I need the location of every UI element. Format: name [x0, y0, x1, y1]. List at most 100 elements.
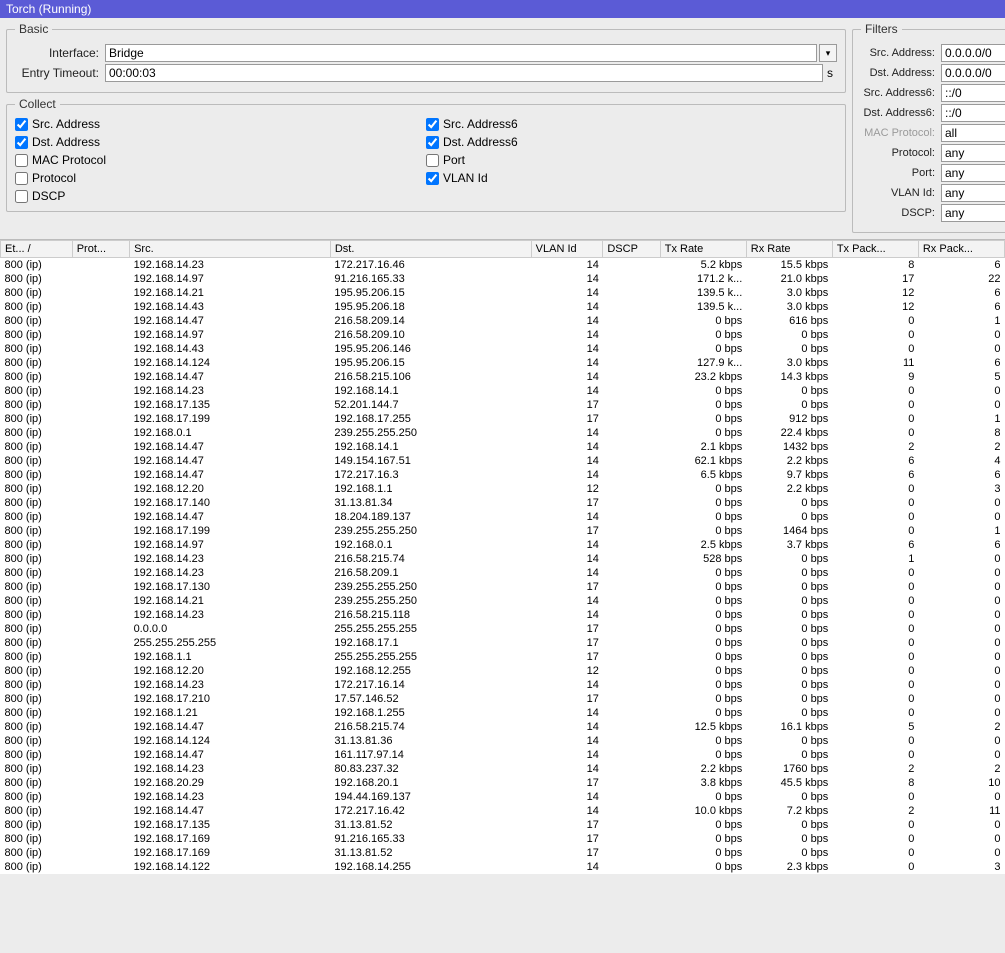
table-row[interactable]: 800 (ip)192.168.14.47216.58.209.14140 bp…: [1, 314, 1005, 328]
collect-checkbox[interactable]: [426, 118, 439, 131]
column-header[interactable]: Tx Rate: [660, 241, 746, 258]
collect-option[interactable]: Port: [426, 153, 837, 167]
table-row[interactable]: 800 (ip)192.168.17.14031.13.81.34170 bps…: [1, 496, 1005, 510]
table-cell: 192.168.12.20: [130, 664, 331, 678]
collect-option[interactable]: DSCP: [15, 189, 426, 203]
table-row[interactable]: 800 (ip)192.168.14.122192.168.14.255140 …: [1, 860, 1005, 874]
column-header[interactable]: Rx Rate: [746, 241, 832, 258]
table-row[interactable]: 800 (ip)192.168.14.47172.217.16.3146.5 k…: [1, 468, 1005, 482]
collect-checkbox[interactable]: [426, 136, 439, 149]
collect-option[interactable]: Src. Address: [15, 117, 426, 131]
filter-input[interactable]: [941, 204, 1005, 222]
results-grid[interactable]: Et... /Prot...Src.Dst.VLAN IdDSCPTx Rate…: [0, 239, 1005, 874]
table-cell: 0 bps: [746, 398, 832, 412]
collect-checkbox[interactable]: [426, 172, 439, 185]
filter-input[interactable]: [941, 184, 1005, 202]
collect-checkbox[interactable]: [15, 154, 28, 167]
filter-input[interactable]: [941, 164, 1005, 182]
table-row[interactable]: 800 (ip)192.168.17.130239.255.255.250170…: [1, 580, 1005, 594]
filter-input[interactable]: [941, 104, 1005, 122]
collect-option[interactable]: Protocol: [15, 171, 426, 185]
table-row[interactable]: 800 (ip)192.168.17.16991.216.165.33170 b…: [1, 832, 1005, 846]
table-row[interactable]: 800 (ip)192.168.14.97216.58.209.10140 bp…: [1, 328, 1005, 342]
column-header[interactable]: Src.: [130, 241, 331, 258]
collect-option[interactable]: MAC Protocol: [15, 153, 426, 167]
table-row[interactable]: 800 (ip)192.168.17.13552.201.144.7170 bp…: [1, 398, 1005, 412]
table-row[interactable]: 800 (ip)192.168.12.20192.168.12.255120 b…: [1, 664, 1005, 678]
table-row[interactable]: 800 (ip)192.168.14.23192.168.14.1140 bps…: [1, 384, 1005, 398]
column-header[interactable]: Rx Pack...: [918, 241, 1004, 258]
table-cell: [603, 482, 660, 496]
collect-checkbox[interactable]: [15, 136, 28, 149]
filter-input[interactable]: [941, 124, 1005, 142]
table-row[interactable]: 800 (ip)192.168.14.47192.168.14.1142.1 k…: [1, 440, 1005, 454]
table-row[interactable]: 800 (ip)192.168.12.20192.168.1.1120 bps2…: [1, 482, 1005, 496]
column-header[interactable]: Tx Pack...: [832, 241, 918, 258]
table-row[interactable]: 800 (ip)192.168.14.21239.255.255.250140 …: [1, 594, 1005, 608]
table-row[interactable]: 800 (ip)192.168.14.4718.204.189.137140 b…: [1, 510, 1005, 524]
table-row[interactable]: 800 (ip)192.168.14.43195.95.206.146140 b…: [1, 342, 1005, 356]
table-row[interactable]: 800 (ip)192.168.14.23216.58.215.118140 b…: [1, 608, 1005, 622]
table-row[interactable]: 800 (ip)192.168.14.12431.13.81.36140 bps…: [1, 734, 1005, 748]
table-cell: 0: [832, 342, 918, 356]
table-row[interactable]: 800 (ip)192.168.1.1255.255.255.255170 bp…: [1, 650, 1005, 664]
table-row[interactable]: 800 (ip)192.168.14.2380.83.237.32142.2 k…: [1, 762, 1005, 776]
interface-input[interactable]: [105, 44, 817, 62]
table-row[interactable]: 800 (ip)192.168.14.23216.58.215.7414528 …: [1, 552, 1005, 566]
table-cell: 17: [531, 650, 603, 664]
table-row[interactable]: 800 (ip)192.168.17.199239.255.255.250170…: [1, 524, 1005, 538]
timeout-input[interactable]: [105, 64, 823, 82]
table-cell: 192.168.14.1: [330, 440, 531, 454]
collect-checkbox[interactable]: [15, 172, 28, 185]
table-cell: 0 bps: [746, 622, 832, 636]
table-row[interactable]: 800 (ip)192.168.14.43195.95.206.1814139.…: [1, 300, 1005, 314]
collect-option[interactable]: Dst. Address: [15, 135, 426, 149]
filter-input[interactable]: [941, 44, 1005, 62]
collect-option[interactable]: Src. Address6: [426, 117, 837, 131]
interface-dropdown-button[interactable]: ▾: [819, 44, 837, 62]
collect-checkbox[interactable]: [15, 118, 28, 131]
table-row[interactable]: 800 (ip)192.168.14.97192.168.0.1142.5 kb…: [1, 538, 1005, 552]
table-row[interactable]: 800 (ip)192.168.17.21017.57.146.52170 bp…: [1, 692, 1005, 706]
table-row[interactable]: 800 (ip)192.168.14.47216.58.215.741412.5…: [1, 720, 1005, 734]
table-row[interactable]: 800 (ip)192.168.0.1239.255.255.250140 bp…: [1, 426, 1005, 440]
table-row[interactable]: 800 (ip)192.168.14.23172.217.16.46145.2 …: [1, 258, 1005, 273]
column-header[interactable]: Dst.: [330, 241, 531, 258]
table-cell: 0 bps: [660, 692, 746, 706]
table-row[interactable]: 800 (ip)192.168.14.23194.44.169.137140 b…: [1, 790, 1005, 804]
table-row[interactable]: 800 (ip)192.168.14.23216.58.209.1140 bps…: [1, 566, 1005, 580]
table-row[interactable]: 800 (ip)192.168.17.16931.13.81.52170 bps…: [1, 846, 1005, 860]
table-cell: 0: [832, 608, 918, 622]
table-row[interactable]: 800 (ip)255.255.255.255192.168.17.1170 b…: [1, 636, 1005, 650]
table-row[interactable]: 800 (ip)192.168.14.47149.154.167.511462.…: [1, 454, 1005, 468]
table-row[interactable]: 800 (ip)192.168.1.21192.168.1.255140 bps…: [1, 706, 1005, 720]
column-header[interactable]: Et... /: [1, 241, 73, 258]
table-row[interactable]: 800 (ip)192.168.17.13531.13.81.52170 bps…: [1, 818, 1005, 832]
table-row[interactable]: 800 (ip)192.168.14.47161.117.97.14140 bp…: [1, 748, 1005, 762]
collect-option[interactable]: VLAN Id: [426, 171, 837, 185]
collect-checkbox[interactable]: [426, 154, 439, 167]
table-row[interactable]: 800 (ip)0.0.0.0255.255.255.255170 bps0 b…: [1, 622, 1005, 636]
table-cell: 0 bps: [660, 342, 746, 356]
table-row[interactable]: 800 (ip)192.168.20.29192.168.20.1173.8 k…: [1, 776, 1005, 790]
table-cell: 800 (ip): [1, 342, 73, 356]
table-row[interactable]: 800 (ip)192.168.14.124195.95.206.1514127…: [1, 356, 1005, 370]
table-row[interactable]: 800 (ip)192.168.14.21195.95.206.1514139.…: [1, 286, 1005, 300]
table-row[interactable]: 800 (ip)192.168.14.47216.58.215.1061423.…: [1, 370, 1005, 384]
column-header[interactable]: VLAN Id: [531, 241, 603, 258]
table-row[interactable]: 800 (ip)192.168.14.47172.217.16.421410.0…: [1, 804, 1005, 818]
column-header[interactable]: DSCP: [603, 241, 660, 258]
table-cell: 17.57.146.52: [330, 692, 531, 706]
filter-input[interactable]: [941, 84, 1005, 102]
table-cell: 14: [531, 300, 603, 314]
collect-checkbox[interactable]: [15, 190, 28, 203]
table-row[interactable]: 800 (ip)192.168.14.23172.217.16.14140 bp…: [1, 678, 1005, 692]
table-cell: [603, 538, 660, 552]
filter-input[interactable]: [941, 144, 1005, 162]
table-row[interactable]: 800 (ip)192.168.17.199192.168.17.255170 …: [1, 412, 1005, 426]
filter-input[interactable]: [941, 64, 1005, 82]
table-cell: [72, 552, 129, 566]
column-header[interactable]: Prot...: [72, 241, 129, 258]
table-row[interactable]: 800 (ip)192.168.14.9791.216.165.3314171.…: [1, 272, 1005, 286]
collect-option[interactable]: Dst. Address6: [426, 135, 837, 149]
